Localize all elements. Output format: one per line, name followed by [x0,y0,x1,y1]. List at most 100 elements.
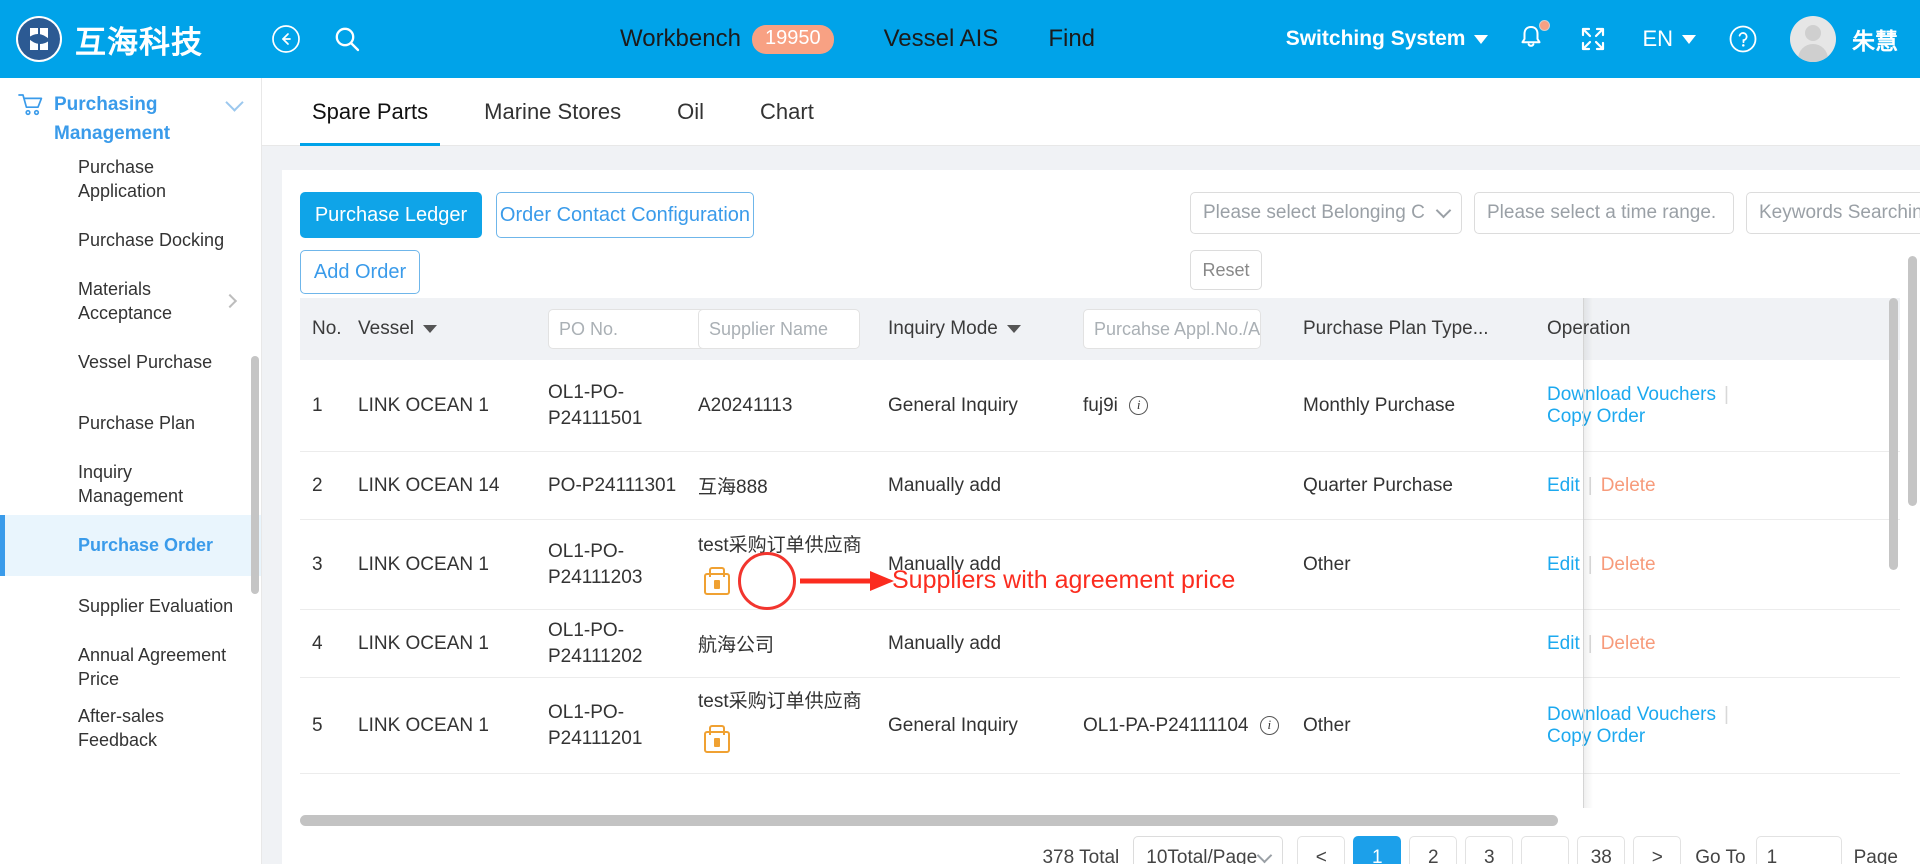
cell-vessel: LINK OCEAN 1 [358,714,489,736]
sidebar-item-purchase-docking[interactable]: Purchase Docking [0,210,261,271]
pagination-page-1[interactable]: 1 [1353,836,1402,864]
supplier-name-filter-input[interactable]: Supplier Name [698,309,860,349]
page-size-select[interactable]: 10Total/Page [1133,836,1284,864]
cell-no: 4 [312,632,323,654]
help-question-icon[interactable] [1726,22,1760,56]
tab-oil[interactable]: Oil [649,78,732,146]
keywords-search-input[interactable]: Keywords Searching [1746,192,1920,234]
reset-button[interactable]: Reset [1190,250,1262,290]
belonging-company-select[interactable]: Please select Belonging C [1190,192,1462,234]
po-no-filter-input[interactable]: PO No. [548,309,710,349]
table-row[interactable]: 3 LINK OCEAN 1 OL1-PO-P24111203 test采购订单… [300,520,1900,610]
search-icon[interactable] [330,22,364,56]
sidebar-item-purchase-plan[interactable]: Purchase Plan [0,393,261,454]
sidebar-item-annual-agreement-price[interactable]: Annual Agreement Price [0,637,261,698]
nav-find[interactable]: Find [1048,25,1095,53]
column-header-vessel[interactable]: Vessel [358,318,548,340]
table-row[interactable]: 1 LINK OCEAN 1 OL1-PO-P24111501 A2024111… [300,360,1900,452]
download-vouchers-link[interactable]: Download Vouchers [1547,704,1716,725]
purchase-ledger-button[interactable]: Purchase Ledger [300,192,482,238]
notification-dot [1539,19,1551,31]
info-icon[interactable]: i [1129,395,1149,415]
sort-down-icon [422,325,437,333]
edit-link[interactable]: Edit [1547,554,1580,575]
nav-workbench[interactable]: Workbench 19950 [620,24,834,54]
cell-operation: Edit | Delete [1533,554,1843,576]
pagination: 378 Total 10Total/Page < 1 2 3 38 > Go T… [282,830,1920,864]
sidebar-item-materials-acceptance[interactable]: Materials Acceptance [0,271,261,332]
delete-link[interactable]: Delete [1601,633,1656,654]
notification-bell-icon[interactable] [1516,19,1551,57]
cell-appl-no: OL1-PA-P24111104 i [1083,715,1303,737]
edit-link[interactable]: Edit [1547,475,1580,496]
sidebar-item-after-sales-feedback[interactable]: After-sales Feedback [0,698,261,759]
pagination-goto-input[interactable]: 1 [1755,836,1842,864]
sort-down-icon [1006,325,1021,333]
action-separator: | [1587,474,1593,496]
nav-vessel-ais[interactable]: Vessel AIS [884,25,999,53]
agreement-price-bag-icon[interactable] [704,573,730,595]
edit-link[interactable]: Edit [1547,633,1580,654]
cell-vessel: LINK OCEAN 1 [358,553,489,575]
tab-chart[interactable]: Chart [732,78,842,146]
cell-appl-no-text: OL1-PA-P24111104 [1083,714,1249,736]
pagination-prev-button[interactable]: < [1297,836,1346,864]
cell-supplier: test采购订单供应商 [698,678,888,759]
chevron-down-icon [1474,34,1489,44]
add-order-button[interactable]: Add Order [300,250,420,294]
top-header-bar: 互海科技 Workbench 19950 Vessel AIS Find Swi… [0,0,1920,78]
tab-spare-parts[interactable]: Spare Parts [284,78,456,146]
delete-link[interactable]: Delete [1601,554,1656,575]
table-row[interactable]: 5 LINK OCEAN 1 OL1-PO-P24111201 test采购订单… [300,678,1900,774]
column-header-inquiry-mode[interactable]: Inquiry Mode [888,318,1083,340]
time-range-input[interactable]: Please select a time range. [1474,192,1734,234]
sidebar-scrollbar[interactable] [251,356,259,594]
nav-vessel-ais-label: Vessel AIS [883,25,999,52]
sidebar-item-vessel-purchase[interactable]: Vessel Purchase [0,332,261,393]
copy-order-link[interactable]: Copy Order [1547,726,1645,747]
column-filter-po-no[interactable]: PO No. [548,309,710,349]
sidebar-item-inquiry-management[interactable]: Inquiry Management [0,454,261,515]
pagination-page-2[interactable]: 2 [1409,836,1458,864]
tab-marine-stores[interactable]: Marine Stores [456,78,649,146]
sidebar-item-purchase-order[interactable]: Purchase Order [0,514,261,576]
sidebar-item-purchase-application[interactable]: Purchase Application [0,149,261,210]
back-arrow-icon[interactable] [269,22,303,56]
delete-link[interactable]: Delete [1601,475,1656,496]
switching-system-label: Switching System [1285,27,1466,50]
purchase-appl-filter-input[interactable]: Purcahse Appl.No./App [1083,309,1261,349]
table-horizontal-scrollbar[interactable] [300,815,1558,826]
column-filter-supplier-name[interactable]: Supplier Name [698,309,888,349]
cell-supplier: A20241113 [698,394,793,416]
language-selector[interactable]: EN [1642,26,1696,52]
fullscreen-expand-icon[interactable] [1576,22,1610,56]
cell-supplier: test采购订单供应商 [698,520,888,601]
panel-vertical-scrollbar[interactable] [1908,256,1917,506]
workbench-count-badge: 19950 [751,24,834,54]
column-header-vessel-label: Vessel [358,318,414,339]
download-vouchers-link[interactable]: Download Vouchers [1547,384,1716,405]
user-avatar-icon[interactable] [1790,16,1836,62]
pagination-page-3[interactable]: 3 [1465,836,1514,864]
column-filter-purchase-appl[interactable]: Purcahse Appl.No./App [1083,309,1303,349]
order-contact-configuration-button[interactable]: Order Contact Configuration [496,192,754,238]
copy-order-link[interactable]: Copy Order [1547,406,1645,427]
pagination-page-last[interactable]: 38 [1577,836,1626,864]
table-vertical-scrollbar[interactable] [1889,298,1898,570]
info-icon[interactable]: i [1259,715,1279,735]
sidebar-item-supplier-evaluation[interactable]: Supplier Evaluation [0,576,261,637]
cell-supplier-text: test采购订单供应商 [698,535,862,556]
cell-po-no: OL1-PO-P24111203 [548,540,643,588]
cell-po-no: PO-P24111301 [548,474,677,496]
main-content: Spare Parts Marine Stores Oil Chart Purc… [262,78,1920,864]
tab-label: Marine Stores [484,98,622,124]
sidebar-item-label: Inquiry Management [78,462,184,507]
agreement-price-bag-icon[interactable] [704,731,730,753]
sidebar-group-purchasing-management[interactable]: Purchasing Management [0,78,261,149]
table-row[interactable]: 2 LINK OCEAN 14 PO-P24111301 互海888 Manua… [300,452,1900,520]
table-row[interactable]: 4 LINK OCEAN 1 OL1-PO-P24111202 航海公司 Man… [300,610,1900,678]
pagination-next-button[interactable]: > [1633,836,1682,864]
sidebar-group-label-line1: Purchasing [54,94,158,115]
keywords-placeholder: Keywords Searching [1759,202,1920,223]
switching-system-dropdown[interactable]: Switching System [1286,27,1489,51]
